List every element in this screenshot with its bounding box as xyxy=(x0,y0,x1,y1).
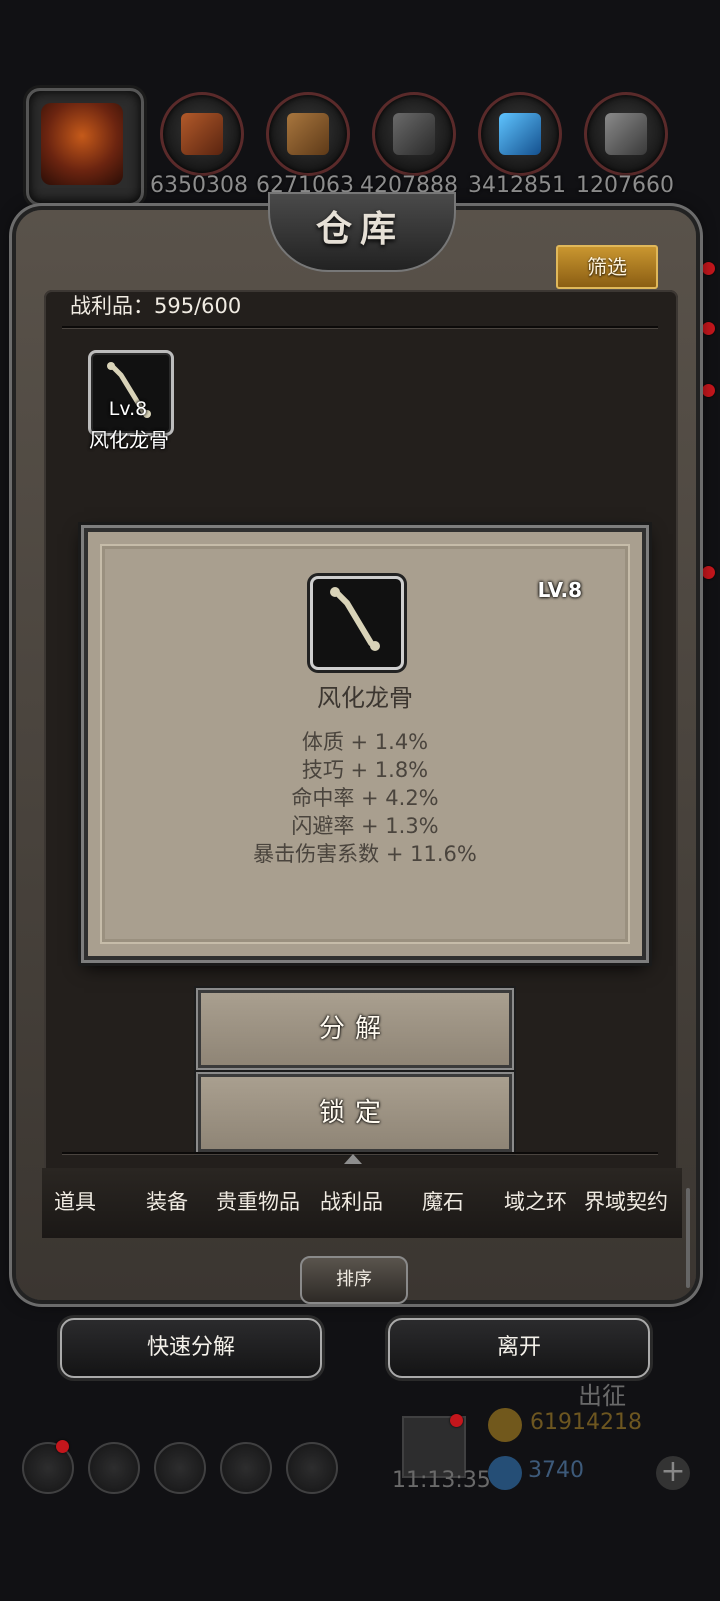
stat-line: 体质 + 1.4% xyxy=(301,730,429,754)
side-notification-dot xyxy=(702,566,715,579)
iron-ingot-resource-icon xyxy=(372,92,456,176)
crossed-swords-icon[interactable] xyxy=(286,1442,338,1494)
lock-button[interactable]: 锁定 xyxy=(198,1074,512,1152)
active-tab-indicator xyxy=(344,1154,362,1164)
clock-text: 11:13:35 xyxy=(392,1468,491,1493)
decompose-button[interactable]: 分解 xyxy=(198,990,512,1068)
add-currency-icon[interactable]: + xyxy=(656,1456,690,1490)
tab-valuables[interactable]: 贵重物品 xyxy=(216,1186,300,1216)
gem-icon xyxy=(488,1456,522,1490)
meat-amount: 6350308 xyxy=(150,173,248,198)
gold-amount: 61914218 xyxy=(530,1410,642,1435)
expedition-label: 出征 xyxy=(578,1382,626,1410)
star-menu-icon[interactable] xyxy=(88,1442,140,1494)
leave-button[interactable]: 离开 xyxy=(388,1318,650,1378)
stat-line: 暴击伤害系数 + 11.6% xyxy=(253,842,477,866)
crystal-resource-icon xyxy=(478,92,562,176)
steel-amount: 1207660 xyxy=(576,173,674,198)
player-avatar[interactable] xyxy=(26,88,144,206)
tab-loot[interactable]: 战利品 xyxy=(320,1186,383,1216)
meat-resource-icon xyxy=(160,92,244,176)
loot-count-label: 战利品：595/600 xyxy=(70,294,242,318)
pumpkin-head-avatar-icon xyxy=(41,103,123,185)
tab-items[interactable]: 道具 xyxy=(54,1186,96,1216)
tab-realm-contracts[interactable]: 界域契约 xyxy=(584,1186,668,1216)
steel-ingot-resource-icon xyxy=(584,92,668,176)
sort-button[interactable]: 排序 xyxy=(300,1256,408,1304)
detail-level: LV.8 xyxy=(537,578,582,602)
gold-coin-icon xyxy=(488,1408,522,1442)
stat-line: 闪避率 + 1.3% xyxy=(291,814,439,838)
crystal-amount: 3412851 xyxy=(468,173,566,198)
mail-icon[interactable] xyxy=(220,1442,272,1494)
tab-scrollbar[interactable] xyxy=(686,1188,690,1288)
header-divider xyxy=(62,326,658,328)
side-panel-edge xyxy=(700,270,720,750)
side-notification-dot xyxy=(702,384,715,397)
side-notification-dot xyxy=(702,322,715,335)
detail-item-name: 风化龙骨 xyxy=(317,684,413,712)
stat-line: 技巧 + 1.8% xyxy=(301,758,429,782)
quick-decompose-button[interactable]: 快速分解 xyxy=(60,1318,322,1378)
gem-amount: 3740 xyxy=(528,1458,584,1483)
tab-equipment[interactable]: 装备 xyxy=(146,1186,188,1216)
notification-dot xyxy=(56,1440,69,1453)
bone-icon xyxy=(330,587,380,651)
detail-item-icon xyxy=(310,576,404,670)
item-detail-popup: LV.8 风化龙骨 体质 + 1.4% 技巧 + 1.8% 命中率 + 4.2%… xyxy=(84,528,646,960)
castle-menu-icon[interactable] xyxy=(154,1442,206,1494)
wood-resource-icon xyxy=(266,92,350,176)
item-name: 风化龙骨 xyxy=(89,428,169,452)
page-title: 仓库 xyxy=(315,208,404,250)
tab-domain-rings[interactable]: 域之环 xyxy=(504,1186,567,1216)
notification-dot xyxy=(450,1414,463,1427)
tab-magic-stones[interactable]: 魔石 xyxy=(422,1186,464,1216)
filter-button[interactable]: 筛选 xyxy=(556,245,658,289)
side-notification-dot xyxy=(702,262,715,275)
stat-line: 命中率 + 4.2% xyxy=(291,786,439,810)
item-level: Lv.8 xyxy=(108,398,148,420)
